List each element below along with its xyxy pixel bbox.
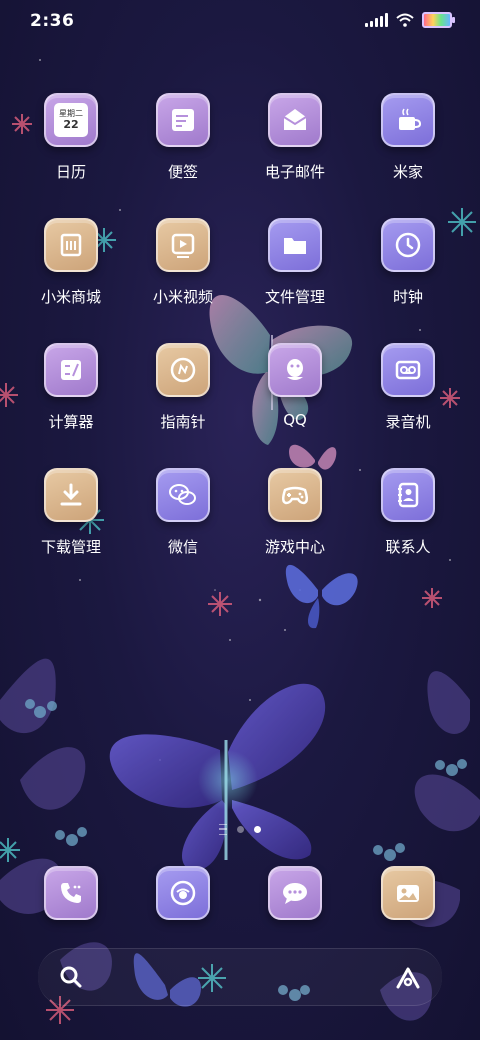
- app-gamepad[interactable]: 游戏中心: [240, 468, 350, 557]
- page-indicator[interactable]: [0, 824, 480, 835]
- browser-icon[interactable]: [156, 866, 210, 920]
- wifi-icon: [396, 13, 414, 27]
- calendar-icon[interactable]: 星期二 22: [44, 93, 98, 147]
- app-label: 计算器: [48, 413, 94, 431]
- page-dot-1[interactable]: [237, 826, 244, 833]
- contacts-icon[interactable]: [381, 468, 435, 522]
- calendar-day: 22: [63, 118, 79, 131]
- app-label: 时钟: [392, 288, 423, 306]
- app-label: 日历: [55, 163, 86, 181]
- app-mi-store[interactable]: 小米商城: [16, 218, 126, 307]
- app-calculator[interactable]: 计算器: [16, 343, 126, 432]
- app-label: 便签: [167, 163, 198, 181]
- app-folder[interactable]: 文件管理: [240, 218, 350, 307]
- app-label: 游戏中心: [264, 538, 325, 556]
- compass-icon[interactable]: [156, 343, 210, 397]
- app-label: 下载管理: [40, 538, 101, 556]
- app-label: 微信: [167, 538, 198, 556]
- app-video[interactable]: 小米视频: [128, 218, 238, 307]
- status-bar: 2:36: [0, 0, 480, 42]
- dock-messages[interactable]: [240, 866, 350, 920]
- app-label: 小米商城: [40, 288, 101, 306]
- signal-icon: [365, 13, 388, 27]
- status-icons: [365, 12, 455, 28]
- app-mihome[interactable]: 米家: [353, 93, 463, 182]
- app-label: 电子邮件: [264, 163, 325, 181]
- messages-icon[interactable]: [268, 866, 322, 920]
- gamepad-icon[interactable]: [268, 468, 322, 522]
- battery-icon: [422, 12, 455, 28]
- app-compass[interactable]: 指南针: [128, 343, 238, 432]
- notes-icon[interactable]: [156, 93, 210, 147]
- app-label: 米家: [392, 163, 423, 181]
- app-download[interactable]: 下载管理: [16, 468, 126, 557]
- app-calendar[interactable]: 星期二 22 日历: [16, 93, 126, 182]
- app-label: 录音机: [385, 413, 431, 431]
- phone-icon[interactable]: [44, 866, 98, 920]
- gallery-icon[interactable]: [381, 866, 435, 920]
- search-icon[interactable]: [58, 964, 84, 990]
- page-menu-icon[interactable]: [219, 824, 227, 835]
- assistant-icon[interactable]: [394, 963, 422, 991]
- app-label: 文件管理: [264, 288, 325, 306]
- app-contacts[interactable]: 联系人: [353, 468, 463, 557]
- app-notes[interactable]: 便签: [128, 93, 238, 182]
- app-label: QQ: [283, 411, 307, 429]
- wechat-icon[interactable]: [156, 468, 210, 522]
- app-label: 指南针: [160, 413, 206, 431]
- app-label: 联系人: [385, 538, 431, 556]
- qq-icon[interactable]: [268, 343, 322, 397]
- download-icon[interactable]: [44, 468, 98, 522]
- dock-browser[interactable]: [128, 866, 238, 920]
- folder-icon[interactable]: [268, 218, 322, 272]
- clock-icon[interactable]: [381, 218, 435, 272]
- status-time: 2:36: [30, 11, 75, 31]
- dock-phone[interactable]: [16, 866, 126, 920]
- calculator-icon[interactable]: [44, 343, 98, 397]
- mi-store-icon[interactable]: [44, 218, 98, 272]
- dock-gallery[interactable]: [353, 866, 463, 920]
- app-recorder[interactable]: 录音机: [353, 343, 463, 432]
- mihome-icon[interactable]: [381, 93, 435, 147]
- calendar-weekday: 星期二: [59, 109, 83, 118]
- search-bar[interactable]: [38, 948, 442, 1006]
- app-qq[interactable]: QQ: [240, 343, 350, 429]
- app-email[interactable]: 电子邮件: [240, 93, 350, 182]
- app-clock[interactable]: 时钟: [353, 218, 463, 307]
- app-wechat[interactable]: 微信: [128, 468, 238, 557]
- page-dot-2[interactable]: [254, 826, 261, 833]
- video-icon[interactable]: [156, 218, 210, 272]
- app-label: 小米视频: [152, 288, 213, 306]
- recorder-icon[interactable]: [381, 343, 435, 397]
- email-icon[interactable]: [268, 93, 322, 147]
